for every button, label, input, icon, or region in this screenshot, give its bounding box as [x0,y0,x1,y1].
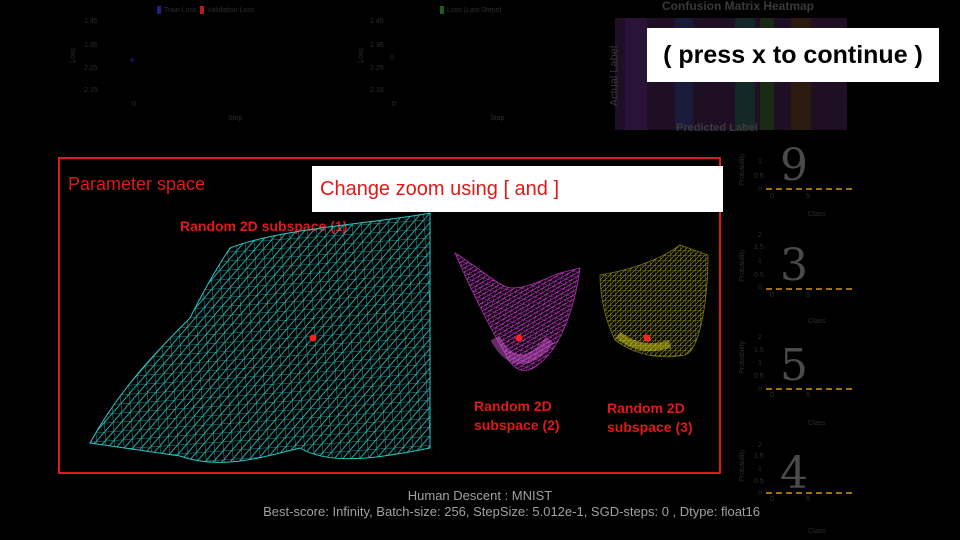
last-steps-loss-legend: Loss (Last Steps) [447,6,502,14]
subspace-2-surface [454,252,581,371]
xtick: 0 [770,392,774,399]
ytick: 2 [758,232,762,239]
ytick: 1 [758,360,762,367]
probability-baseline [766,492,852,494]
ytick: 2.35 [84,42,98,49]
ytick: 1 [758,466,762,473]
zero-label: 0 [390,54,394,61]
xtick: 0 [770,292,774,299]
digit-ylabel: Probability [738,449,746,482]
xtick: 0 [770,496,774,503]
train-loss-legend: Train Loss [164,6,197,14]
ytick: 0 [758,186,762,193]
xtick: 0 [770,193,774,200]
zoom-hint: Change zoom using [ and ] [312,166,723,212]
xtick: 5 [806,193,810,200]
ytick: 2.25 [84,65,98,72]
digit-ylabel: Probability [738,341,746,374]
ytick: 1 [758,258,762,265]
subspace-3-mesh[interactable] [590,240,720,380]
cm-cell [625,18,647,130]
ytick: 2.15 [370,87,384,94]
ytick: 2.15 [84,87,98,94]
loss-chart-1: Train Loss Validation Loss Loss 2.45 2.3… [60,0,280,130]
ytick: 2.35 [370,42,384,49]
loss-chart-2-ylabel: Loss [357,48,365,63]
subspace-1-point [309,334,317,342]
ytick: 0 [392,101,396,108]
predicted-label-axis: Predicted Label [676,122,758,134]
loss-chart-2: Loss (Last Steps) Loss 2.45 2.35 2.25 2.… [340,0,560,130]
ytick: 2.45 [370,18,384,25]
subspace-2-label: Random 2D subspace (2) [474,398,560,433]
confusion-matrix-title: Confusion Matrix Heatmap [662,0,815,13]
loss-chart-1-ylabel: Loss [69,48,77,63]
probability-baseline [766,288,852,290]
footer-stats: Best-score: Infinity, Batch-size: 256, S… [263,504,760,519]
zoom-hint-text: Change zoom using [ and ] [320,177,560,200]
digit-card-1: Probability 1 0.5 0 9 0 5 Class [738,138,852,230]
ytick: 2.45 [84,18,98,25]
digit-image: 5 [780,340,808,391]
digit-card-2: Probability 2 1.5 1 0.5 0 3 0 5 Class [738,230,852,325]
probability-baseline [766,388,852,390]
ytick: 0 [758,386,762,393]
digit-xlabel: Class [808,420,826,427]
probability-baseline [766,188,852,190]
validation-loss-swatch [200,6,205,14]
xtick: 5 [806,496,810,503]
digit-image: 9 [780,140,808,191]
ytick: 1.5 [754,244,764,251]
digit-xlabel: Class [808,528,826,535]
digit-card-3: Probability 2 1.5 1 0.5 0 5 0 5 Class [738,322,852,427]
subspace-3-point [643,334,651,342]
loss-chart-2-legend: Loss (Last Steps) [440,6,501,14]
digit-xlabel: Class [808,211,826,218]
ytick: 1.5 [754,347,764,354]
last-steps-loss-swatch [440,6,444,14]
loss-chart-2-xlabel: Step [490,115,505,122]
xtick: 5 [806,392,810,399]
ytick: 2.25 [370,65,384,72]
ytick: 0 [758,490,762,497]
digit-card-4: Probability 2 1.5 1 0.5 0 4 0 5 Class [738,440,852,535]
ytick: 1.5 [754,453,764,460]
subspace-2-point [515,334,523,342]
actual-label-axis: Actual Label [608,45,621,107]
ytick: 1 [758,158,762,165]
ytick: 0 [758,285,762,292]
loss-chart-1-xlabel: Step [228,115,243,122]
train-loss-marker [130,58,134,62]
ytick: 2 [758,334,762,341]
subspace-3-label: Random 2D subspace (3) [607,400,693,435]
ytick: 0.5 [754,373,764,380]
press-x-hint: ( press x to continue ) [647,28,939,82]
ytick: 0.5 [754,173,764,180]
xtick: 5 [806,292,810,299]
digit-ylabel: Probability [738,153,746,186]
ytick: 0.5 [754,478,764,485]
digit-ylabel: Probability [738,249,746,282]
ytick: 0.5 [754,272,764,279]
subspace-1-mesh[interactable] [80,208,440,470]
digit-image: 3 [780,240,808,291]
subspace-2-mesh[interactable] [450,248,590,388]
parameter-space-title: Parameter space [68,174,206,194]
train-loss-swatch [157,6,161,14]
subspace-3-surface [599,244,709,358]
ytick: 0 [132,101,136,108]
loss-chart-1-legend: Train Loss Validation Loss [157,6,254,14]
subspace-1-surface [89,212,431,463]
ytick: 2 [758,442,762,449]
validation-loss-legend: Validation Loss [207,6,255,14]
